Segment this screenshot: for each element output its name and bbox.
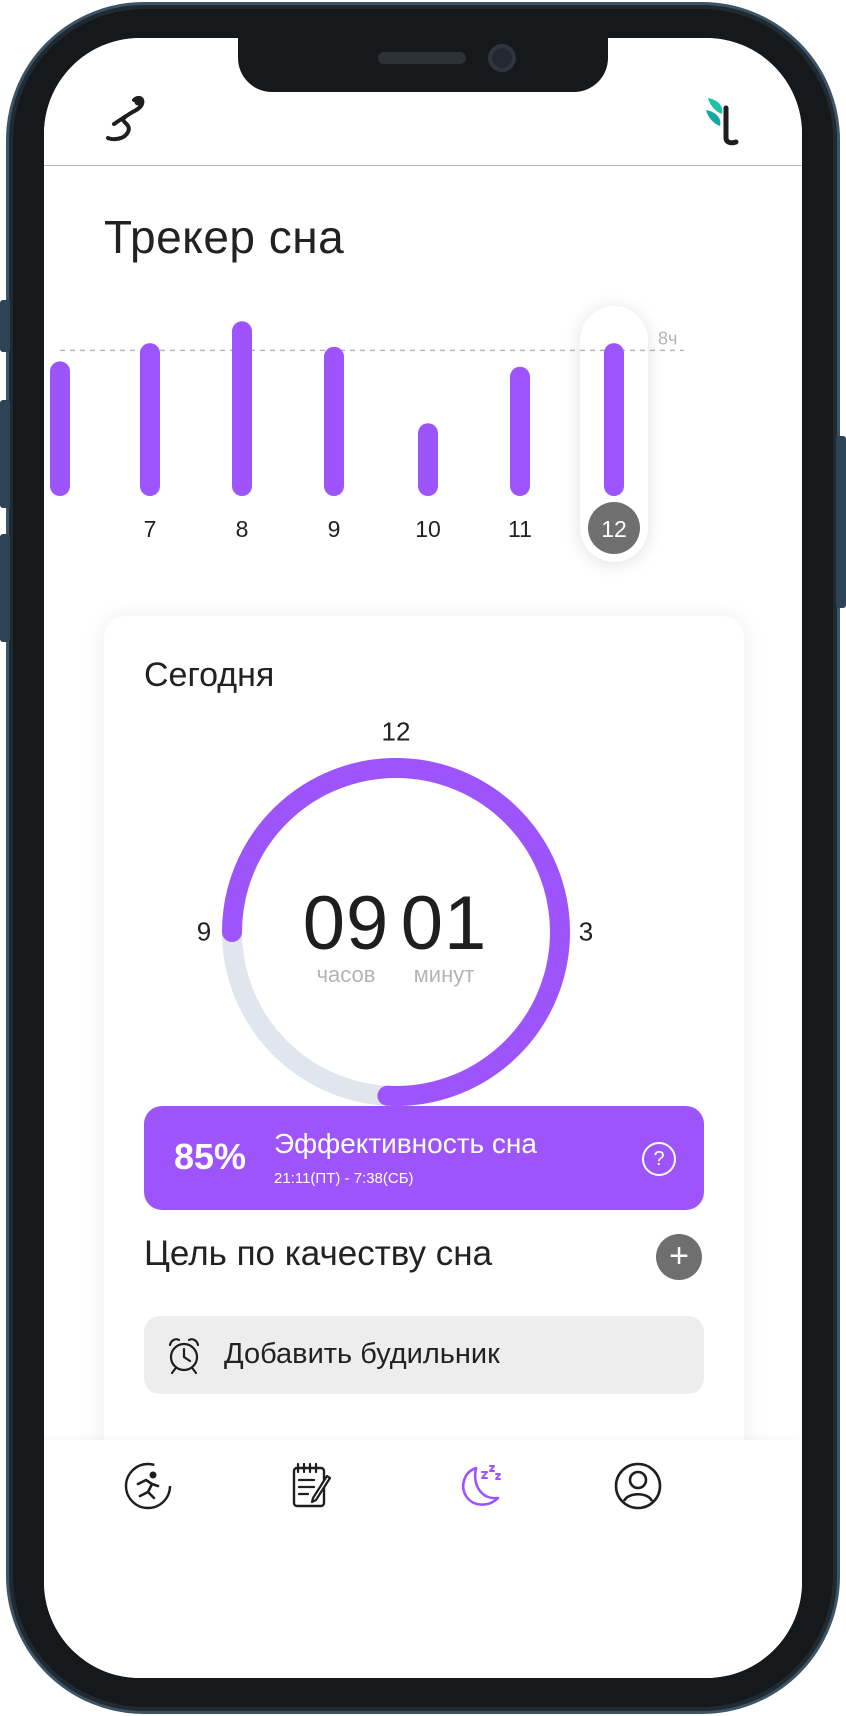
add-alarm-button[interactable]: Добавить будильник bbox=[144, 1316, 704, 1394]
sleep-icon bbox=[462, 1465, 501, 1506]
sleep-bar-8[interactable] bbox=[232, 321, 252, 496]
hours-value: 09 bbox=[302, 881, 390, 966]
today-card: Сегодня 12 3 6 9 09 01 часов минут bbox=[104, 616, 744, 1560]
nav-diary[interactable] bbox=[286, 1460, 338, 1512]
efficiency-range: 21:11(ПТ) - 7:38(СБ) bbox=[274, 1170, 414, 1187]
sleep-bar-6[interactable] bbox=[50, 361, 70, 496]
phone-notch bbox=[238, 38, 608, 92]
efficiency-percent: 85% bbox=[174, 1136, 247, 1177]
day-label-8[interactable]: 8 bbox=[236, 516, 249, 542]
efficiency-title: Эффективность сна bbox=[274, 1128, 537, 1159]
phone-side-button bbox=[0, 534, 10, 642]
runner-logo-icon[interactable] bbox=[104, 94, 148, 146]
sleep-goal-title: Цель по качеству сна bbox=[144, 1234, 493, 1273]
day-label-11[interactable]: 11 bbox=[508, 516, 532, 542]
nav-sleep[interactable] bbox=[454, 1460, 506, 1512]
minutes-unit: минут bbox=[413, 962, 475, 987]
camera bbox=[488, 44, 516, 72]
phone-side-button bbox=[0, 400, 10, 508]
day-label-9[interactable]: 9 bbox=[328, 516, 341, 542]
activity-icon bbox=[124, 1462, 172, 1510]
sleep-bar-7[interactable] bbox=[140, 343, 160, 496]
day-label-10[interactable]: 10 bbox=[415, 516, 441, 542]
nav-profile[interactable] bbox=[612, 1460, 664, 1512]
sleep-bar-chart[interactable]: 8ч 7 8 9 10 11 12 bbox=[44, 286, 802, 616]
speaker bbox=[378, 52, 466, 64]
help-icon[interactable]: ? bbox=[642, 1142, 676, 1176]
sleep-efficiency-banner[interactable]: 85% Эффективность сна 21:11(ПТ) - 7:38(С… bbox=[144, 1106, 704, 1210]
alarm-clock-icon bbox=[168, 1338, 200, 1374]
sleep-bar-10[interactable] bbox=[418, 423, 438, 496]
nav-activity[interactable] bbox=[122, 1460, 174, 1512]
dial-label-12: 12 bbox=[381, 716, 411, 747]
minutes-value: 01 bbox=[400, 881, 488, 966]
bottom-nav bbox=[44, 1440, 802, 1678]
dial-label-3: 3 bbox=[578, 916, 594, 947]
sleep-bar-11[interactable] bbox=[510, 366, 530, 496]
bar-chart-svg: 8ч 7 8 9 10 11 12 bbox=[50, 306, 684, 562]
phone-side-button bbox=[0, 300, 10, 352]
today-title: Сегодня bbox=[144, 656, 275, 694]
phone-side-button bbox=[836, 436, 846, 608]
add-goal-button[interactable]: + bbox=[656, 1234, 702, 1280]
add-alarm-label: Добавить будильник bbox=[224, 1338, 500, 1370]
dial-label-9: 9 bbox=[196, 916, 212, 947]
page-title: Трекер сна bbox=[104, 211, 345, 263]
sleep-bar-9[interactable] bbox=[324, 346, 344, 496]
reference-line-label: 8ч bbox=[658, 328, 677, 348]
hours-unit: часов bbox=[316, 962, 376, 987]
app-screen: Трекер сна 8ч 7 8 9 10 11 12 Сегодня 12 3 6 9 … bbox=[44, 38, 802, 1678]
day-label-12[interactable]: 12 bbox=[601, 516, 627, 542]
day-label-7[interactable]: 7 bbox=[144, 516, 157, 542]
diary-icon bbox=[292, 1462, 332, 1508]
sleep-bar-12[interactable] bbox=[604, 343, 624, 496]
sleep-clock: 12 3 6 9 09 01 часов минут bbox=[104, 712, 744, 1152]
profile-icon bbox=[614, 1462, 662, 1510]
brand-logo-icon[interactable] bbox=[704, 94, 740, 146]
